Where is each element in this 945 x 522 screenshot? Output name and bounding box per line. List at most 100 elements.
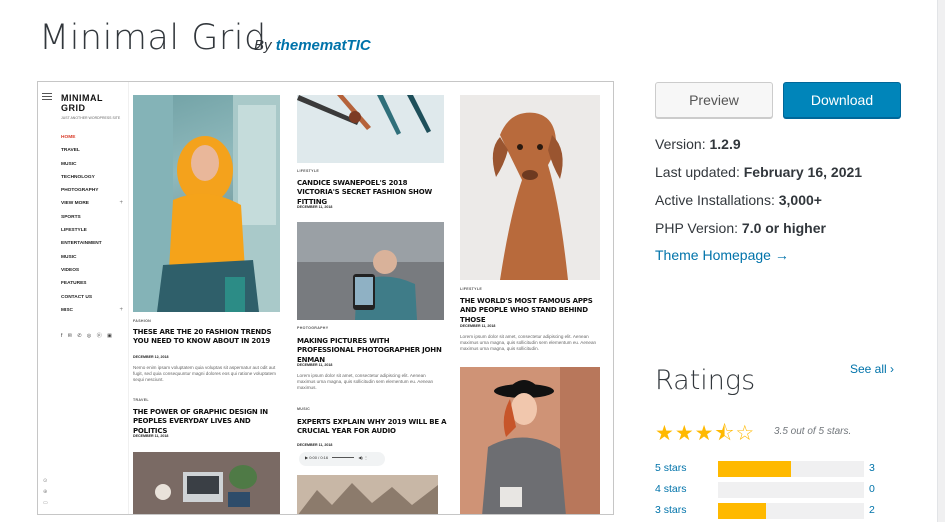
star-empty-icon: ☆ (735, 422, 756, 445)
php-value: 7.0 or higher (741, 220, 826, 236)
ratings-heading: Ratings (655, 365, 756, 396)
post-category[interactable]: LIFESTYLE (297, 169, 319, 173)
preview-menu-item[interactable]: MISC + (61, 307, 123, 321)
scrollbar[interactable] (938, 0, 945, 522)
rating-row-label[interactable]: 4 stars (655, 483, 687, 495)
menu-item-label: ENTERTAINMENT (61, 241, 102, 247)
post-excerpt: Nemo enim ipsam voluptatem quia voluptas… (133, 365, 277, 383)
expand-icon[interactable]: + (119, 307, 123, 313)
social-icons: f ✉ ✆ ◎ ⓟ ▣ (61, 333, 114, 339)
post-category[interactable]: LIFESTYLE (460, 287, 482, 291)
post-date: DECEMBER 11, 2018 (297, 363, 333, 367)
hamburger-icon (42, 93, 52, 100)
theme-author: By themematTIC (254, 37, 371, 54)
preview-menu-item[interactable]: TRAVEL (61, 148, 123, 161)
installations-info: Active Installations: 3,000+ (655, 192, 822, 208)
rating-row-count[interactable]: 3 (869, 462, 875, 474)
audio-player[interactable]: ▶ 0:00 / 0:16 ◀) ⋮ (299, 452, 385, 466)
photo-tools (297, 95, 444, 163)
rating-row-label[interactable]: 3 stars (655, 504, 687, 516)
post-title[interactable]: THE WORLD'S MOST FAMOUS APPS AND PEOPLE … (460, 297, 605, 325)
preview-menu-item[interactable]: TECHNOLOGY (61, 175, 123, 188)
installs-label: Active Installations: (655, 192, 775, 208)
preview-menu-item[interactable]: MUSIC (61, 255, 123, 268)
preview-sidebar: MINIMAL GRID JUST ANOTHER WORDPRESS SITE… (38, 82, 129, 514)
rating-bar (718, 503, 864, 519)
menu-item-label: CONTACT US (61, 294, 93, 300)
installs-value: 3,000+ (778, 192, 822, 208)
menu-item-label: VIEW MORE (61, 201, 89, 207)
preview-menu-item[interactable]: CONTACT US (61, 295, 123, 308)
post-excerpt: Lorem ipsum dolor sit amet, consectetur … (297, 373, 434, 391)
menu-item-label: SPORTS (61, 214, 81, 220)
audio-time: 0:00 / 0:16 (309, 455, 329, 460)
preview-menu-item[interactable]: SPORTS (61, 215, 123, 228)
post-category[interactable]: PHOTOGRAPHY (297, 326, 328, 330)
theme-title: Minimal Grid (39, 18, 267, 58)
post-title[interactable]: CANDICE SWANEPOEL'S 2018 VICTORIA'S SECR… (297, 179, 447, 207)
post-title[interactable]: EXPERTS EXPLAIN WHY 2019 WILL BE A CRUCI… (297, 418, 447, 437)
side-tool-icon[interactable]: ⊕ (43, 487, 48, 498)
rating-bar (718, 461, 864, 477)
photo-crowd (297, 475, 438, 514)
preview-menu-item[interactable]: MUSIC (61, 162, 123, 175)
download-button[interactable]: Download (783, 82, 901, 118)
post-title[interactable]: THE POWER OF GRAPHIC DESIGN IN PEOPLES E… (133, 408, 283, 436)
rating-row-count[interactable]: 2 (869, 504, 875, 516)
by-label: By (254, 37, 272, 54)
rating-row[interactable]: 5 stars 3 (655, 461, 880, 477)
post-date: DECEMBER 11, 2018 (297, 443, 333, 447)
post-title[interactable]: THESE ARE THE 20 FASHION TRENDS YOU NEED… (133, 328, 283, 347)
preview-menu-item[interactable]: VIEW MORE + (61, 200, 123, 214)
author-link[interactable]: themematTIC (276, 37, 371, 54)
preview-menu-item[interactable]: HOME (61, 135, 123, 148)
volume-icon[interactable]: ◀) (358, 455, 362, 460)
star-full-icon: ★ (655, 422, 675, 445)
theme-homepage-link[interactable]: Theme Homepage → (655, 247, 789, 263)
php-version-info: PHP Version: 7.0 or higher (655, 220, 826, 236)
star-full-icon: ★ (694, 422, 715, 445)
side-tool-icon[interactable]: ⊙ (43, 476, 48, 487)
rating-row-label[interactable]: 5 stars (655, 462, 687, 474)
photo-dog (460, 95, 600, 280)
menu-item-label: LIFESTYLE (61, 228, 87, 234)
brand-line-2: GRID (61, 103, 86, 113)
post-category[interactable]: FASHION (133, 319, 151, 323)
rating-row[interactable]: 3 stars 2 (655, 503, 880, 519)
menu-item-label: MUSIC (61, 161, 77, 167)
php-label: PHP Version: (655, 220, 739, 236)
preview-button[interactable]: Preview (655, 82, 773, 118)
rating-row[interactable]: 4 stars 0 (655, 482, 880, 498)
post-excerpt: Lorem ipsum dolor sit amet, consectetur … (460, 334, 597, 352)
menu-item-label: PHOTOGRAPHY (61, 188, 99, 194)
post-category[interactable]: TRAVEL (133, 398, 149, 402)
side-tool-icon[interactable]: ▭ (43, 498, 48, 509)
see-all-link[interactable]: See all › (850, 362, 894, 376)
post-category[interactable]: MUSIC (297, 407, 310, 411)
theme-screenshot: MINIMAL GRID JUST ANOTHER WORDPRESS SITE… (37, 81, 614, 515)
rating-bar (718, 482, 864, 498)
more-icon[interactable]: ⋮ (364, 455, 368, 460)
menu-item-label: MISC (61, 307, 73, 313)
rating-row-count[interactable]: 0 (869, 483, 875, 495)
version-value: 1.2.9 (709, 136, 741, 152)
expand-icon[interactable]: + (119, 200, 123, 206)
preview-menu-item[interactable]: LIFESTYLE (61, 228, 123, 241)
preview-menu-item[interactable]: FEATURES (61, 281, 123, 294)
menu-item-label: HOME (61, 135, 76, 140)
rating-bar-fill (718, 461, 791, 477)
updated-label: Last updated: (655, 164, 740, 180)
star-full-icon: ★ (674, 422, 695, 445)
last-updated-info: Last updated: February 16, 2021 (655, 164, 862, 180)
play-icon[interactable]: ▶ (305, 455, 308, 460)
version-label: Version: (655, 136, 706, 152)
preview-menu-item[interactable]: ENTERTAINMENT (61, 241, 123, 254)
post-title[interactable]: MAKING PICTURES WITH PROFESSIONAL PHOTOG… (297, 337, 447, 365)
preview-menu-item[interactable]: VIDEOS (61, 268, 123, 281)
photo-phone-camera (297, 222, 444, 320)
updated-value: February 16, 2021 (743, 164, 863, 180)
preview-menu-item[interactable]: PHOTOGRAPHY (61, 188, 123, 201)
menu-item-label: VIDEOS (61, 267, 80, 273)
audio-progress[interactable] (332, 457, 355, 459)
preview-site-title: MINIMAL GRID (61, 93, 103, 113)
